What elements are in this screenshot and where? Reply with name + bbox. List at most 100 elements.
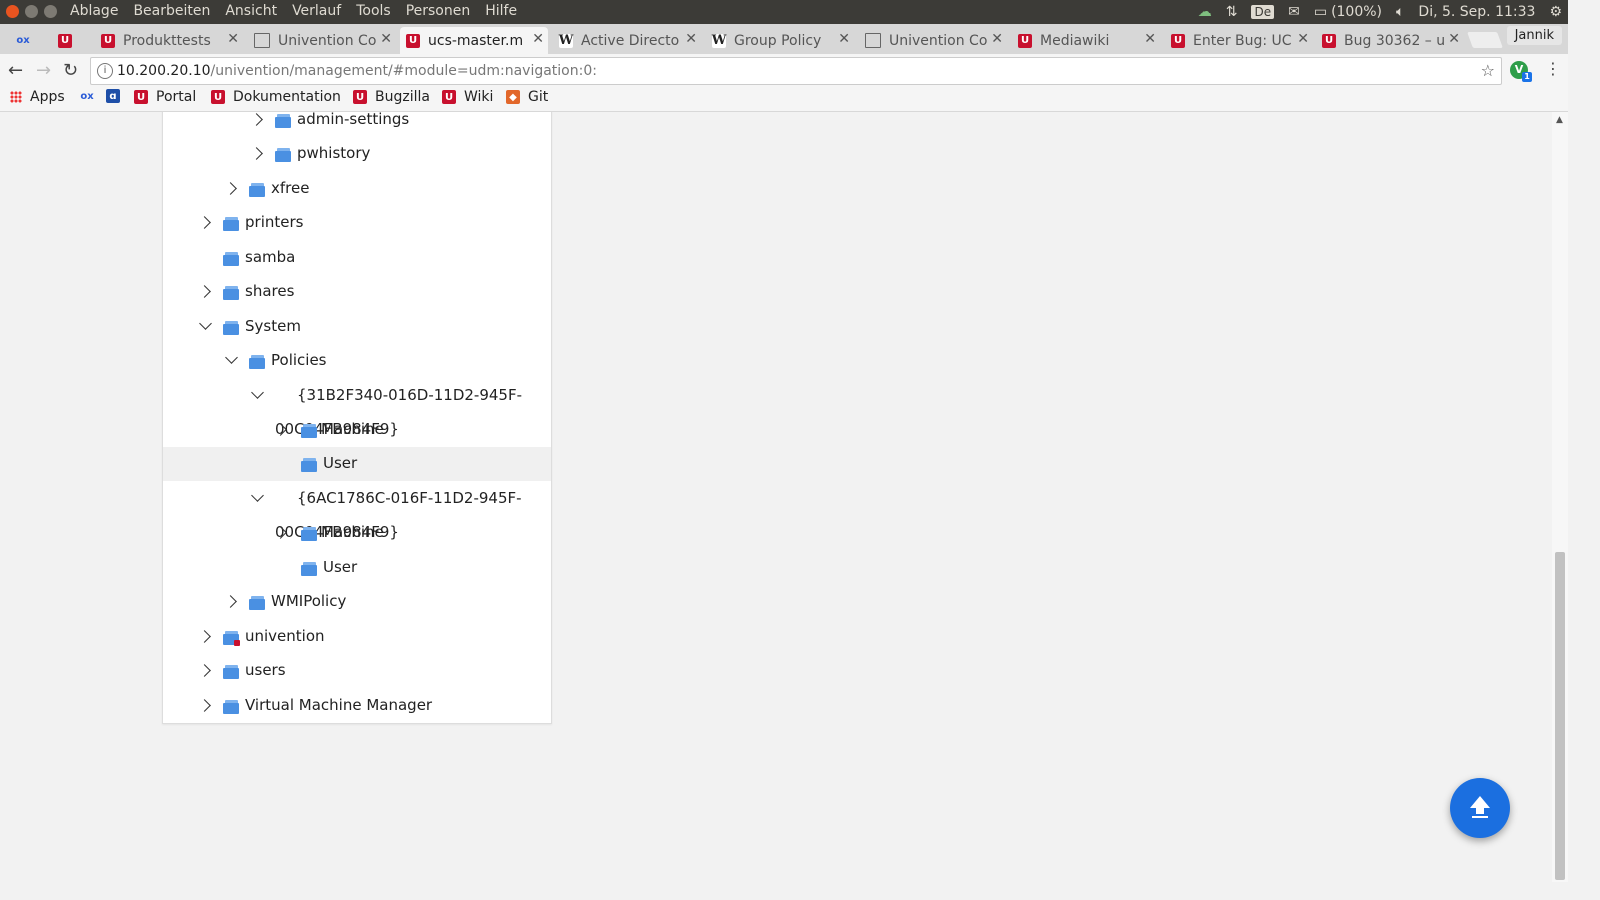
cloud-sync-icon[interactable]: ☁ (1198, 4, 1212, 20)
chevron-down-icon[interactable] (251, 386, 264, 399)
tree-node-printers[interactable]: printers (163, 206, 551, 240)
chevron-right-icon[interactable] (198, 699, 211, 712)
folder-icon (249, 355, 265, 369)
folder-icon (223, 252, 239, 266)
volume-icon[interactable]: 🔈︎ (1396, 4, 1404, 20)
tab-univention-co-1[interactable]: Univention Co ✕ (248, 27, 396, 54)
tab-produkttests[interactable]: U Produkttests ✕ (95, 27, 243, 54)
chevron-right-icon[interactable] (224, 182, 237, 195)
apps-grid-icon (10, 91, 22, 103)
close-tab-icon[interactable]: ✕ (1448, 31, 1460, 47)
address-bar[interactable]: i 10.200.20.10/univention/management/#mo… (90, 57, 1502, 85)
tree-node-virtual-machine-manager[interactable]: Virtual Machine Manager (163, 689, 551, 723)
forward-arrow-icon[interactable]: → (36, 60, 51, 81)
back-arrow-icon[interactable]: ← (8, 60, 23, 81)
bookmark-ox[interactable]: ox (80, 89, 94, 103)
menu-kebab-icon[interactable]: ⋮ (1545, 59, 1561, 78)
chevron-down-icon[interactable] (199, 317, 212, 330)
tree-node-system[interactable]: System (163, 310, 551, 344)
tab-univention-co-2[interactable]: Univention Co ✕ (859, 27, 1007, 54)
menu-bearbeiten[interactable]: Bearbeiten (133, 3, 210, 19)
tab-enter-bug[interactable]: U Enter Bug: UC ✕ (1165, 27, 1313, 54)
scrollbar-thumb[interactable] (1555, 552, 1565, 880)
bookmark-dokumentation[interactable]: U Dokumentation (211, 89, 341, 105)
tab-univention-pinned[interactable]: U (52, 27, 88, 54)
tab-ucs-master[interactable]: Uucs-master.m ✕ (400, 27, 548, 54)
tree-node-machine[interactable]: Machine (321, 523, 384, 541)
chevron-right-icon[interactable] (250, 113, 263, 126)
univention-icon: U (353, 90, 367, 104)
bookmark-portal[interactable]: U Portal (134, 89, 196, 105)
bookmark-calendar[interactable]: ɑ (106, 89, 128, 103)
bookmark-wiki[interactable]: U Wiki (442, 89, 493, 105)
chevron-right-icon[interactable] (198, 285, 211, 298)
tree-node-xfree[interactable]: xfree (163, 172, 551, 206)
calendar-icon: ɑ (106, 89, 120, 103)
transfer-arrows-icon[interactable]: ⇅ (1226, 4, 1238, 20)
tree-node-samba[interactable]: samba (163, 241, 551, 275)
close-window-icon[interactable] (6, 5, 19, 18)
close-tab-icon[interactable]: ✕ (685, 31, 697, 47)
menu-ablage[interactable]: Ablage (70, 3, 118, 19)
chevron-down-icon[interactable] (225, 351, 238, 364)
extension-icon[interactable]: V1 (1510, 61, 1532, 82)
tree-node-wmipolicy[interactable]: WMIPolicy (163, 585, 551, 619)
menu-tools[interactable]: Tools (356, 3, 391, 19)
tab-group-policy[interactable]: W Group Policy ✕ (706, 27, 854, 54)
bookmark-bugzilla[interactable]: U Bugzilla (353, 89, 430, 105)
tab-mediawiki[interactable]: U Mediawiki ✕ (1012, 27, 1160, 54)
page-scrollbar[interactable]: ▲ (1552, 112, 1568, 882)
folder-icon (275, 114, 291, 128)
chevron-right-icon[interactable] (198, 630, 211, 643)
keyboard-layout[interactable]: De (1251, 5, 1275, 19)
tab-bug-30362[interactable]: U Bug 30362 – u ✕ (1316, 27, 1464, 54)
tree-node-gpo-31b2f340[interactable]: {31B2F340-016D-11D2-945F- 00C04FB984F9} … (163, 379, 551, 447)
tree-node-users[interactable]: users (163, 654, 551, 688)
tree-node-policies[interactable]: Policies (163, 344, 551, 378)
bookmark-git[interactable]: ◆ Git (506, 89, 548, 105)
scroll-to-top-button[interactable] (1450, 778, 1510, 838)
menu-verlauf[interactable]: Verlauf (292, 3, 341, 19)
menu-personen[interactable]: Personen (406, 3, 471, 19)
chevron-right-icon[interactable] (198, 664, 211, 677)
menu-hilfe[interactable]: Hilfe (485, 3, 517, 19)
scroll-up-arrow-icon[interactable]: ▲ (1556, 115, 1563, 125)
tree-node-user-2[interactable]: User (163, 551, 551, 585)
battery-icon[interactable]: ▭ (1314, 4, 1327, 20)
close-tab-icon[interactable]: ✕ (380, 31, 392, 47)
tree-node-admin-settings[interactable]: admin-settings (163, 112, 551, 137)
close-tab-icon[interactable]: ✕ (838, 31, 850, 47)
minimize-window-icon[interactable] (25, 5, 38, 18)
maximize-window-icon[interactable] (44, 5, 57, 18)
tree-node-user-1[interactable]: User (163, 447, 551, 481)
close-tab-icon[interactable]: ✕ (227, 31, 239, 47)
tree-node-univention[interactable]: univention (163, 620, 551, 654)
ox-icon: ox (80, 90, 94, 102)
chevron-right-icon[interactable] (250, 147, 263, 160)
tab-ox[interactable]: ox (10, 27, 48, 54)
mail-icon[interactable]: ✉ (1288, 4, 1300, 20)
close-tab-icon[interactable]: ✕ (1144, 31, 1156, 47)
tree-node-gpo-6ac1786c[interactable]: {6AC1786C-016F-11D2-945F- 00C04FB984F9} … (163, 482, 551, 550)
bookmark-star-icon[interactable]: ☆ (1481, 58, 1495, 84)
profile-button[interactable]: Jannik (1506, 26, 1562, 45)
reload-icon[interactable]: ↻ (63, 60, 78, 81)
page-content: admin-settings pwhistory xfree printers … (0, 112, 1552, 882)
close-tab-icon[interactable]: ✕ (1297, 31, 1309, 47)
close-tab-icon[interactable]: ✕ (532, 31, 544, 47)
tab-active-directory[interactable]: W Active Directo ✕ (553, 27, 701, 54)
close-tab-icon[interactable]: ✕ (991, 31, 1003, 47)
settings-gear-icon[interactable]: ⚙ (1549, 4, 1562, 20)
tree-node-pwhistory[interactable]: pwhistory (163, 137, 551, 171)
chevron-right-icon[interactable] (224, 595, 237, 608)
menu-ansicht[interactable]: Ansicht (225, 3, 277, 19)
tree-node-shares[interactable]: shares (163, 275, 551, 309)
info-icon[interactable]: i (97, 63, 113, 79)
tree-node-machine[interactable]: Machine (321, 420, 384, 438)
folder-icon (249, 596, 265, 610)
new-tab-button[interactable] (1467, 32, 1503, 48)
clock[interactable]: Di, 5. Sep. 11:33 (1418, 4, 1535, 20)
bookmark-apps[interactable]: Apps (10, 89, 65, 105)
chevron-right-icon[interactable] (198, 216, 211, 229)
chevron-down-icon[interactable] (251, 489, 264, 502)
